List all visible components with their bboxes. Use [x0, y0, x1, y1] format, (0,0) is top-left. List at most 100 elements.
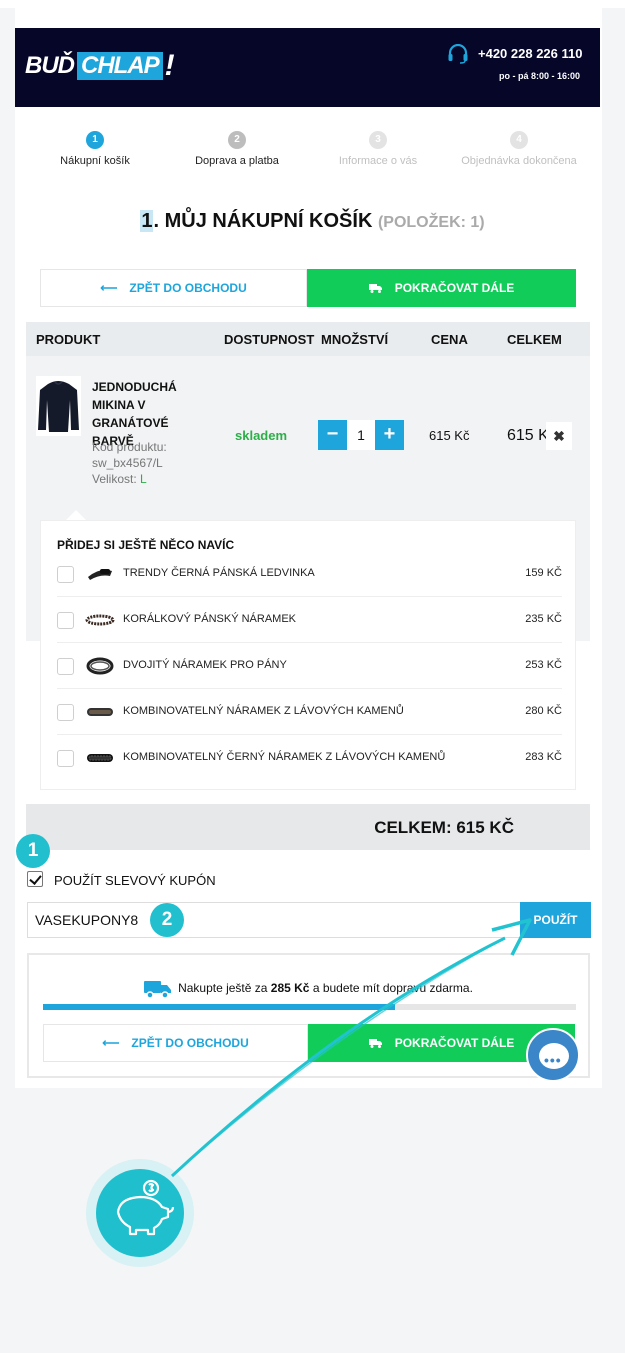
free-shipping-message: Nakupte ještě za 285 Kč a budete mít dop… — [29, 979, 588, 999]
logo-text-1: BUĎ — [25, 52, 75, 79]
back-to-shop-button[interactable]: ⟵ ZPĚT DO OBCHODU — [43, 1024, 308, 1062]
upsell-thumbnail — [87, 754, 113, 762]
upsell-price: 159 KČ — [525, 567, 562, 579]
truck-icon — [144, 981, 172, 999]
truck-icon — [368, 1039, 382, 1048]
upsell-price: 235 KČ — [525, 613, 562, 625]
piggy-bank-halo — [86, 1159, 194, 1267]
quantity-decrease-button[interactable]: − — [318, 420, 347, 450]
col-quantity: MNOŽSTVÍ — [321, 332, 389, 347]
step-cart[interactable]: 1 Nákupní košík — [20, 130, 170, 167]
logo[interactable]: BUĎ CHLAP ! — [25, 48, 175, 84]
upsell-name: DVOJITÝ NÁRAMEK PRO PÁNY — [123, 659, 287, 671]
upsell-thumbnail — [86, 657, 114, 675]
upsell-price: 283 KČ — [525, 751, 562, 763]
upsell-checkbox[interactable] — [57, 658, 74, 675]
product-code-label: Kód produktu: — [92, 440, 167, 454]
quantity-stepper: − 1 + — [318, 420, 404, 450]
step-number: 3 — [369, 131, 387, 149]
upsell-thumbnail — [85, 614, 115, 626]
continue-label: POKRAČOVAT DÁLE — [394, 281, 515, 295]
continue-button[interactable]: POKRAČOVAT DÁLE — [307, 269, 576, 307]
step-complete: 4 Objednávka dokončena — [444, 130, 594, 167]
upsell-panel: PŘIDEJ SI JEŠTĚ NĚCO NAVÍC TRENDY ČERNÁ … — [40, 520, 576, 790]
apply-coupon-button[interactable]: POUŽÍT — [520, 902, 591, 938]
upsell-title: PŘIDEJ SI JEŠTĚ NĚCO NAVÍC — [57, 538, 235, 552]
phone-number[interactable]: +420 228 226 110 — [478, 46, 582, 61]
product-size-label: Velikost: — [92, 472, 137, 486]
shipping-msg-pre: Nakupte ještě za — [178, 981, 271, 996]
arrow-left-icon: ⟵ — [100, 281, 118, 295]
shipping-msg-post: a budete mít dopravu zdarma. — [309, 981, 473, 996]
quantity-value[interactable]: 1 — [347, 420, 375, 450]
chat-dots: ••• — [544, 1052, 562, 1068]
title-text: . MŮJ NÁKUPNÍ KOŠÍK — [153, 210, 373, 232]
shipping-progress-bar — [43, 1004, 576, 1010]
piggy-bank-circle — [96, 1169, 184, 1257]
product-code: sw_bx4567/L — [92, 456, 163, 470]
checkout-steps: 1 Nákupní košík 2 Doprava a platba 3 Inf… — [20, 130, 600, 175]
upsell-item[interactable]: KORÁLKOVÝ PÁNSKÝ NÁRAMEK 235 KČ — [57, 597, 562, 643]
top-button-row: ⟵ ZPĚT DO OBCHODU POKRAČOVAT DÁLE — [40, 269, 576, 307]
headset-icon — [448, 44, 468, 64]
product-size-row: Velikost: L — [92, 471, 212, 487]
quantity-increase-button[interactable]: + — [375, 420, 404, 450]
cart-summary: CELKEM: 615 KČ — [26, 804, 590, 850]
arrow-left-icon: ⟵ — [102, 1036, 120, 1050]
col-total: CELKEM — [507, 332, 562, 347]
chat-button[interactable]: ••• — [526, 1028, 580, 1082]
coupon-label[interactable]: POUŽÍT SLEVOVÝ KUPÓN — [54, 873, 216, 888]
item-count: (POLOŽEK: 1) — [377, 214, 485, 231]
upsell-item[interactable]: KOMBINOVATELNÝ ČERNÝ NÁRAMEK Z LÁVOVÝCH … — [57, 735, 562, 781]
title-number: 1 — [140, 210, 154, 232]
availability-status: skladem — [235, 428, 288, 443]
upsell-thumbnail — [87, 708, 113, 716]
step-label: Informace o vás — [338, 155, 418, 167]
upsell-name: KOMBINOVATELNÝ NÁRAMEK Z LÁVOVÝCH KAMENŮ — [123, 705, 404, 717]
step-number: 4 — [510, 131, 528, 149]
back-to-shop-button[interactable]: ⟵ ZPĚT DO OBCHODU — [40, 269, 307, 307]
step-number: 1 — [86, 131, 104, 149]
upsell-item[interactable]: KOMBINOVATELNÝ NÁRAMEK Z LÁVOVÝCH KAMENŮ… — [57, 689, 562, 735]
page-title: 1. MŮJ NÁKUPNÍ KOŠÍK (POLOŽEK: 1) — [0, 210, 625, 233]
upsell-name: TRENDY ČERNÁ PÁNSKÁ LEDVINKA — [123, 567, 315, 579]
product-size: L — [140, 472, 147, 486]
logo-text-3: ! — [164, 49, 175, 82]
step-info: 3 Informace o vás — [303, 130, 453, 167]
piggy-bank-icon — [116, 1179, 175, 1236]
product-meta: Kód produktu: sw_bx4567/L Velikost: L — [92, 439, 212, 487]
logo-text-2: CHLAP — [77, 52, 163, 80]
truck-icon — [368, 284, 382, 293]
back-label: ZPĚT DO OBCHODU — [129, 281, 247, 295]
remove-item-button[interactable]: ✖ — [546, 422, 572, 450]
upsell-name: KORÁLKOVÝ PÁNSKÝ NÁRAMEK — [123, 613, 296, 625]
product-image[interactable] — [36, 376, 81, 436]
coupon-input[interactable] — [27, 902, 521, 938]
step-shipping[interactable]: 2 Doprava a platba — [162, 130, 312, 167]
upsell-thumbnail — [88, 569, 112, 580]
unit-price: 615 Kč — [429, 428, 470, 443]
top-strip — [0, 0, 625, 8]
upsell-price: 280 KČ — [525, 705, 562, 717]
col-price: CENA — [431, 332, 468, 347]
cart-table-header: PRODUKT DOSTUPNOST MNOŽSTVÍ CENA CELKEM — [26, 322, 590, 356]
upsell-checkbox[interactable] — [57, 566, 74, 583]
upsell-item[interactable]: DVOJITÝ NÁRAMEK PRO PÁNY 253 KČ — [57, 643, 562, 689]
step-label: Doprava a platba — [195, 155, 279, 167]
col-product: PRODUKT — [36, 332, 101, 347]
shipping-progress-fill — [43, 1004, 395, 1010]
upsell-checkbox[interactable] — [57, 750, 74, 767]
upsell-price: 253 KČ — [525, 659, 562, 671]
annotation-badge-1: 1 — [16, 834, 50, 868]
upsell-checkbox[interactable] — [57, 612, 74, 629]
back-label: ZPĚT DO OBCHODU — [131, 1036, 249, 1050]
col-availability: DOSTUPNOST — [224, 332, 315, 347]
upsell-checkbox[interactable] — [57, 704, 74, 721]
upsell-name: KOMBINOVATELNÝ ČERNÝ NÁRAMEK Z LÁVOVÝCH … — [123, 751, 446, 763]
step-label: Nákupní košík — [60, 155, 130, 167]
coupon-checkbox[interactable] — [27, 871, 43, 887]
step-label: Objednávka dokončena — [461, 155, 577, 167]
upsell-item[interactable]: TRENDY ČERNÁ PÁNSKÁ LEDVINKA 159 KČ — [57, 551, 562, 597]
continue-label: POKRAČOVAT DÁLE — [394, 1036, 515, 1050]
cart-total: CELKEM: 615 KČ — [374, 818, 514, 837]
